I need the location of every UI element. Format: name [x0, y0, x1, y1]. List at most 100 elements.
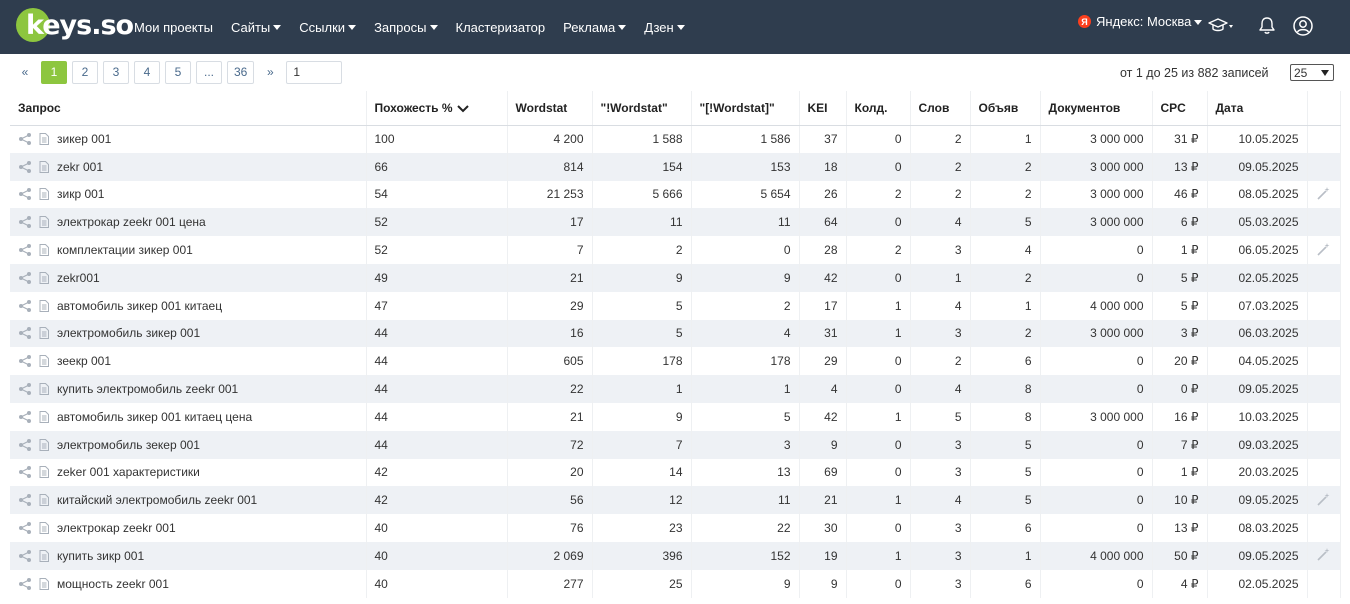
share-icon[interactable]: [18, 133, 32, 146]
page-button-6[interactable]: 36: [227, 60, 255, 84]
query-text[interactable]: автомобиль зикер 001 китаец цена: [57, 410, 252, 424]
query-text[interactable]: автомобиль зикер 001 китаец: [57, 299, 222, 313]
column-header-1[interactable]: Похожесть %: [366, 91, 508, 126]
query-cell: автомобиль зикер 001 китаец цена: [10, 402, 367, 431]
column-header-6[interactable]: Колд.: [846, 91, 911, 126]
share-icon[interactable]: [18, 244, 32, 257]
query-text[interactable]: китайский электромобиль zeekr 001: [57, 493, 257, 507]
column-header-9[interactable]: Документов: [1040, 91, 1153, 126]
nav-item-0[interactable]: Мои проекты: [134, 20, 213, 35]
nav-item-6[interactable]: Дзен: [644, 20, 685, 35]
share-icon[interactable]: [18, 410, 32, 423]
document-icon[interactable]: [39, 133, 49, 146]
share-icon[interactable]: [18, 577, 32, 590]
share-icon[interactable]: [18, 522, 32, 535]
cell-kei: 42: [799, 402, 847, 431]
actions-cell: [1307, 263, 1341, 292]
query-text[interactable]: зикер 001: [57, 132, 111, 146]
prev-page-button[interactable]: «: [14, 60, 36, 84]
records-info: от 1 до 25 из 882 записей: [1120, 66, 1269, 80]
column-header-8[interactable]: Объяв: [970, 91, 1041, 126]
column-header-11[interactable]: Дата: [1207, 91, 1308, 126]
magic-wand-icon[interactable]: [1316, 492, 1330, 506]
page-button-5[interactable]: ...: [196, 60, 222, 84]
share-icon[interactable]: [18, 299, 32, 312]
magic-wand-icon[interactable]: [1316, 186, 1330, 200]
document-icon[interactable]: [39, 327, 49, 340]
magic-wand-icon[interactable]: [1316, 547, 1330, 561]
goto-page-input[interactable]: [286, 60, 343, 84]
query-text[interactable]: электрокар zeekr 001 цена: [57, 215, 206, 229]
education-menu[interactable]: [1208, 13, 1234, 39]
keys-so-logo[interactable]: keys.so: [16, 6, 134, 46]
nav-item-4[interactable]: Кластеризатор: [456, 20, 546, 35]
query-text[interactable]: zeker 001 характеристики: [57, 465, 200, 479]
document-icon[interactable]: [39, 271, 49, 284]
share-icon[interactable]: [18, 383, 32, 396]
share-icon[interactable]: [18, 494, 32, 507]
query-text[interactable]: комплектации зикер 001: [57, 243, 193, 257]
account-button[interactable]: [1290, 13, 1316, 39]
document-icon[interactable]: [39, 383, 49, 396]
share-icon[interactable]: [18, 160, 32, 173]
share-icon[interactable]: [18, 271, 32, 284]
query-cell-content: zeker 001 характеристики: [18, 465, 358, 479]
document-icon[interactable]: [39, 466, 49, 479]
column-header-5[interactable]: KEI: [799, 91, 847, 126]
nav-item-3[interactable]: Запросы: [374, 20, 438, 35]
query-text[interactable]: зикр 001: [57, 187, 104, 201]
column-header-7[interactable]: Слов: [910, 91, 971, 126]
region-selector[interactable]: Я Яндекс: Москва: [1078, 14, 1203, 29]
document-icon[interactable]: [39, 160, 49, 173]
query-text[interactable]: мощность zeekr 001: [57, 577, 169, 591]
document-icon[interactable]: [39, 410, 49, 423]
column-header-2[interactable]: Wordstat: [507, 91, 593, 126]
query-text[interactable]: купить электромобиль zeekr 001: [57, 382, 238, 396]
share-icon[interactable]: [18, 216, 32, 229]
page-button-4[interactable]: 5: [165, 60, 191, 84]
cell-sim: 40: [366, 514, 508, 542]
document-icon[interactable]: [39, 216, 49, 229]
query-text[interactable]: электромобиль зекер 001: [57, 438, 200, 452]
cell-kold: 2: [846, 236, 911, 264]
share-icon[interactable]: [18, 438, 32, 451]
cell-words: 3: [910, 514, 971, 542]
column-header-0[interactable]: Запрос: [10, 91, 367, 126]
document-icon[interactable]: [39, 244, 49, 257]
cell-cpc: 0 ₽: [1152, 375, 1208, 403]
query-text[interactable]: электрокар zeekr 001: [57, 521, 176, 535]
share-icon[interactable]: [18, 549, 32, 562]
query-text[interactable]: купить зикр 001: [57, 549, 144, 563]
document-icon[interactable]: [39, 522, 49, 535]
magic-wand-icon[interactable]: [1316, 242, 1330, 256]
document-icon[interactable]: [39, 494, 49, 507]
nav-item-2[interactable]: Ссылки: [299, 20, 357, 35]
share-icon[interactable]: [18, 355, 32, 368]
notifications-button[interactable]: [1254, 13, 1280, 39]
nav-item-5[interactable]: Реклама: [563, 20, 627, 35]
per-page-select[interactable]: 25: [1290, 64, 1334, 81]
document-icon[interactable]: [39, 355, 49, 368]
document-icon[interactable]: [39, 549, 49, 562]
document-icon[interactable]: [39, 299, 49, 312]
share-icon[interactable]: [18, 466, 32, 479]
document-icon[interactable]: [39, 188, 49, 201]
query-text[interactable]: zekr 001: [57, 160, 103, 174]
query-text[interactable]: zekr001: [57, 271, 100, 285]
column-header-10[interactable]: CPC: [1152, 91, 1208, 126]
query-text[interactable]: зеекр 001: [57, 354, 111, 368]
document-icon[interactable]: [39, 438, 49, 451]
next-page-button[interactable]: »: [259, 60, 282, 84]
column-header-4[interactable]: "[!Wordstat]": [691, 91, 800, 126]
document-icon[interactable]: [39, 577, 49, 590]
share-icon[interactable]: [18, 327, 32, 340]
query-text[interactable]: электромобиль зикер 001: [57, 326, 200, 340]
page-button-0[interactable]: 1: [41, 60, 67, 84]
page-button-1[interactable]: 2: [72, 60, 98, 84]
nav-item-1[interactable]: Сайты: [231, 20, 282, 35]
column-header-3[interactable]: "!Wordstat": [592, 91, 692, 126]
page-button-3[interactable]: 4: [134, 60, 160, 84]
cell-ws_excl: 23: [592, 514, 692, 542]
share-icon[interactable]: [18, 188, 32, 201]
page-button-2[interactable]: 3: [103, 60, 129, 84]
